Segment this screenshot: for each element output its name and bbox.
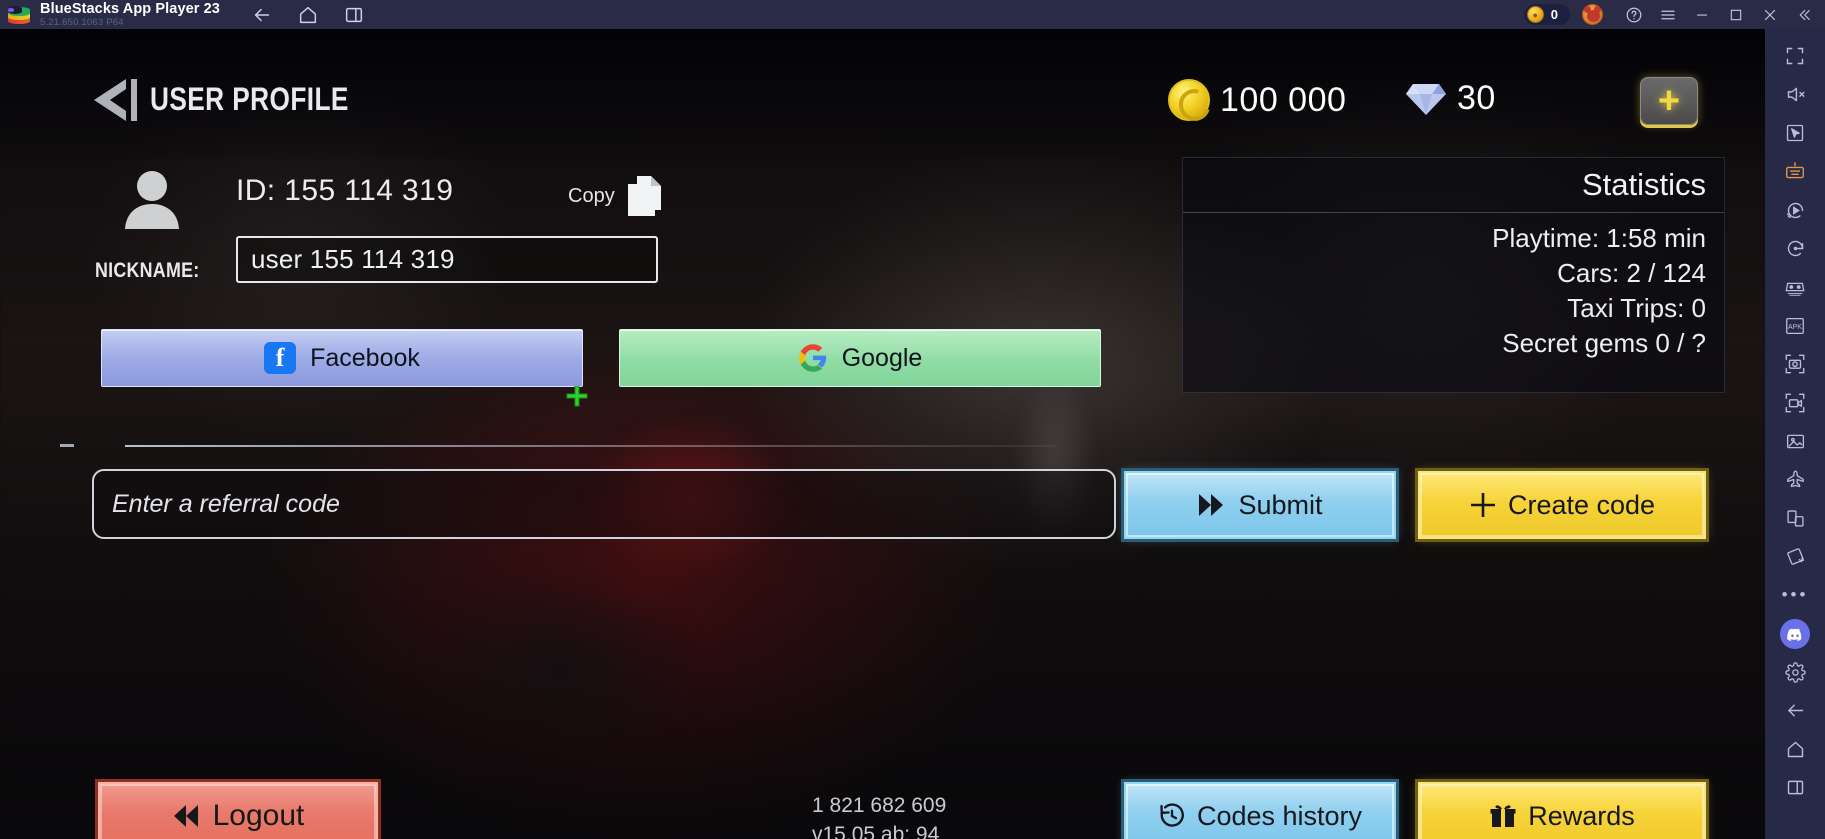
app-name: BlueStacks App Player 23 bbox=[40, 0, 220, 17]
points-coin-icon: ● bbox=[1526, 6, 1544, 23]
create-code-button[interactable]: Create code bbox=[1415, 468, 1709, 542]
gamepad-icon[interactable] bbox=[1765, 268, 1825, 307]
rewards-button[interactable]: Rewards bbox=[1415, 779, 1709, 839]
bluestacks-points-pill[interactable]: ● 0 bbox=[1523, 4, 1570, 25]
multi-instance-sync-icon[interactable] bbox=[1765, 499, 1825, 538]
cursor-pointer-icon bbox=[566, 385, 588, 412]
gem-icon bbox=[1405, 82, 1447, 116]
nickname-value: user 155 114 319 bbox=[251, 244, 455, 274]
home-icon[interactable] bbox=[296, 3, 320, 27]
logout-label: Logout bbox=[212, 799, 305, 832]
build-info: 1 821 682 609 v15.05 ab: 94 bbox=[812, 794, 946, 839]
stat-row: Taxi Trips: 0 bbox=[1567, 293, 1706, 323]
coin-icon bbox=[1168, 79, 1210, 121]
game-viewport: USER PROFILE 100 000 30 + NICKNAME: ID: … bbox=[0, 29, 1765, 839]
multi-instance-icon[interactable] bbox=[342, 3, 366, 27]
plus-icon bbox=[1470, 493, 1495, 517]
gem-balance: 30 bbox=[1405, 79, 1496, 118]
user-id: ID: 155 114 319 bbox=[236, 174, 454, 207]
stat-row: Secret gems 0 / ? bbox=[1502, 328, 1706, 358]
screen-record-icon[interactable] bbox=[1765, 384, 1825, 423]
nickname-label: NICKNAME: bbox=[95, 259, 200, 282]
sync-rotate-icon[interactable] bbox=[1765, 230, 1825, 269]
rewards-label: Rewards bbox=[1528, 800, 1635, 831]
cursor-pointer-icon[interactable] bbox=[1765, 114, 1825, 153]
double-chevron-left-icon bbox=[173, 805, 198, 827]
eco-mode-icon[interactable] bbox=[1765, 461, 1825, 500]
referral-code-input[interactable]: Enter a referral code bbox=[92, 469, 1116, 539]
android-recents-icon[interactable] bbox=[1765, 769, 1825, 808]
google-label: Google bbox=[841, 343, 923, 372]
double-chevron-right-icon bbox=[1199, 494, 1224, 516]
close-icon[interactable] bbox=[1753, 0, 1787, 29]
discord-icon[interactable] bbox=[1765, 615, 1825, 654]
svg-text:APK: APK bbox=[1788, 324, 1802, 331]
copy-button[interactable]: Copy bbox=[568, 174, 664, 218]
titlebar-title-group: BlueStacks App Player 23 5.21.650.1063 P… bbox=[40, 0, 220, 29]
collapse-icon[interactable] bbox=[1787, 0, 1821, 29]
media-manager-icon[interactable] bbox=[1765, 422, 1825, 461]
android-back-icon[interactable] bbox=[1765, 692, 1825, 731]
bluestacks-sidebar: APK ••• bbox=[1765, 29, 1825, 839]
copy-label: Copy bbox=[568, 184, 615, 207]
build-number: 1 821 682 609 bbox=[812, 794, 947, 817]
add-currency-button[interactable]: + bbox=[1640, 77, 1698, 125]
nickname-input[interactable]: user 155 114 319 bbox=[236, 236, 658, 283]
back-button[interactable] bbox=[88, 75, 144, 125]
volume-mute-icon[interactable] bbox=[1765, 76, 1825, 115]
titlebar-nav-group bbox=[250, 3, 366, 27]
stat-row: Cars: 2 / 124 bbox=[1557, 258, 1706, 288]
statistics-panel: Statistics Playtime: 1:58 min Cars: 2 / … bbox=[1182, 157, 1725, 393]
page-title: USER PROFILE bbox=[150, 81, 349, 117]
statistics-list: Playtime: 1:58 min Cars: 2 / 124 Taxi Tr… bbox=[1183, 213, 1724, 359]
apk-install-icon[interactable]: APK bbox=[1765, 307, 1825, 346]
android-home-icon[interactable] bbox=[1765, 730, 1825, 769]
plus-icon: + bbox=[1657, 80, 1681, 122]
facebook-login-button[interactable]: f Facebook bbox=[101, 329, 583, 387]
keyboard-controls-icon[interactable] bbox=[1765, 153, 1825, 192]
divider-dash bbox=[60, 444, 74, 447]
bear-avatar[interactable] bbox=[1582, 4, 1603, 25]
tilt-icon[interactable] bbox=[1765, 538, 1825, 577]
stat-row: Playtime: 1:58 min bbox=[1492, 223, 1706, 253]
more-dots: ••• bbox=[1781, 585, 1809, 605]
macro-play-icon[interactable] bbox=[1765, 191, 1825, 230]
section-divider bbox=[125, 445, 1055, 447]
maximize-icon[interactable] bbox=[1719, 0, 1753, 29]
help-icon[interactable] bbox=[1617, 0, 1651, 29]
titlebar: BlueStacks App Player 23 5.21.650.1063 P… bbox=[0, 0, 1825, 29]
coin-balance: 100 000 bbox=[1168, 79, 1346, 121]
statistics-title: Statistics bbox=[1183, 158, 1724, 213]
settings-gear-icon[interactable] bbox=[1765, 653, 1825, 692]
points-count: 0 bbox=[1550, 7, 1558, 22]
history-clock-icon bbox=[1160, 803, 1184, 827]
facebook-icon: f bbox=[264, 342, 297, 374]
logout-button[interactable]: Logout bbox=[95, 779, 381, 839]
back-icon[interactable] bbox=[250, 3, 274, 27]
bluestacks-logo-icon bbox=[8, 4, 30, 26]
create-code-label: Create code bbox=[1507, 489, 1656, 520]
referral-placeholder: Enter a referral code bbox=[112, 489, 340, 518]
gem-amount: 30 bbox=[1457, 79, 1496, 117]
submit-label: Submit bbox=[1238, 489, 1323, 520]
google-login-button[interactable]: Google bbox=[619, 329, 1101, 387]
more-icon[interactable]: ••• bbox=[1765, 576, 1825, 615]
minimize-icon[interactable] bbox=[1685, 0, 1719, 29]
codes-history-label: Codes history bbox=[1196, 800, 1363, 831]
fullscreen-icon[interactable] bbox=[1765, 37, 1825, 76]
copy-icon bbox=[627, 176, 661, 216]
google-icon bbox=[798, 343, 828, 373]
facebook-label: Facebook bbox=[310, 343, 420, 372]
build-version: v15.05 ab: 94 bbox=[812, 823, 940, 839]
titlebar-right-group: ● 0 bbox=[1523, 0, 1825, 29]
app-version: 5.21.650.1063 P64 bbox=[40, 16, 124, 28]
submit-button[interactable]: Submit bbox=[1121, 468, 1399, 542]
avatar bbox=[119, 169, 185, 231]
coin-amount: 100 000 bbox=[1220, 80, 1347, 119]
gift-icon bbox=[1490, 805, 1516, 827]
screen-root: BlueStacks App Player 23 5.21.650.1063 P… bbox=[0, 0, 1825, 839]
screenshot-icon[interactable] bbox=[1765, 345, 1825, 384]
codes-history-button[interactable]: Codes history bbox=[1121, 779, 1399, 839]
menu-icon[interactable] bbox=[1651, 0, 1685, 29]
